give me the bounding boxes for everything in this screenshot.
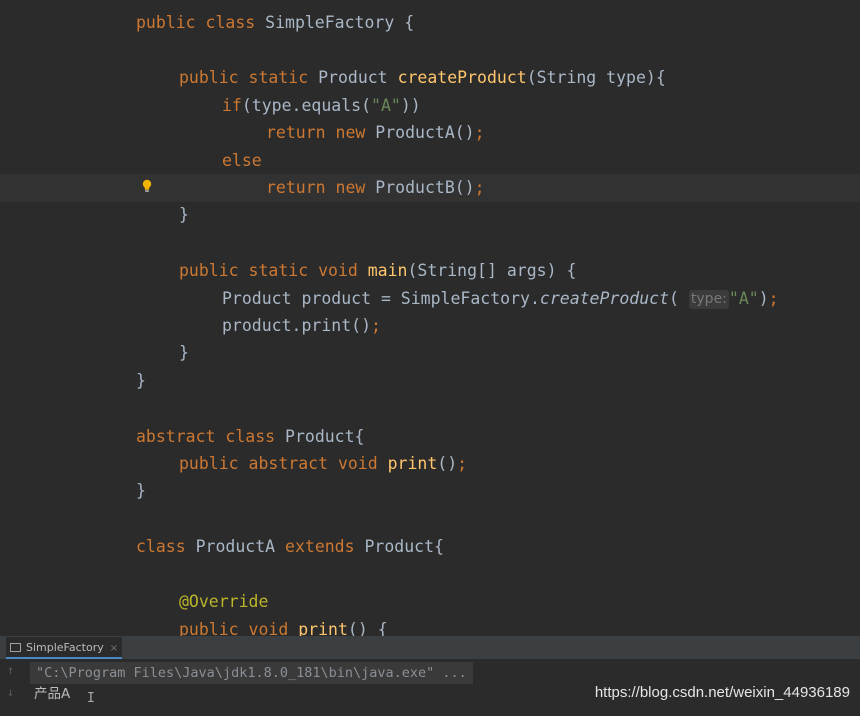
code-line: abstract class Product{ xyxy=(0,423,860,451)
code-text: (type.equals( xyxy=(241,96,372,115)
annotation: @Override xyxy=(179,592,269,611)
semicolon: ; xyxy=(457,454,468,473)
code-line: public static Product createProduct(Stri… xyxy=(0,64,860,92)
code-text: )) xyxy=(400,96,421,115)
code-line: else xyxy=(0,147,860,175)
class-name: Product{ xyxy=(285,427,365,446)
code-line: } xyxy=(0,367,860,395)
text-cursor-icon: I xyxy=(87,691,95,706)
keyword: abstract class xyxy=(136,427,286,446)
semicolon: ; xyxy=(371,316,381,335)
code-text: ProductB() xyxy=(375,178,475,197)
console-command-line: "C:\Program Files\Java\jdk1.8.0_181\bin\… xyxy=(30,662,473,684)
keyword: return new xyxy=(266,123,376,142)
close-icon[interactable]: × xyxy=(110,643,118,654)
type-name: Product xyxy=(318,68,398,87)
code-line: product.print(); xyxy=(0,312,860,340)
code-line: public static void main(String[] args) { xyxy=(0,257,860,285)
class-name: SimpleFactory { xyxy=(265,13,415,32)
string-literal: "A" xyxy=(371,96,401,115)
parameter-hint: type: xyxy=(688,290,729,309)
code-line: } xyxy=(0,201,860,229)
code-text: product.print() xyxy=(222,316,372,335)
method-args: () { xyxy=(347,620,388,636)
method-name: print xyxy=(387,454,438,473)
code-line: } xyxy=(0,477,860,505)
console-tab-bar: SimpleFactory × xyxy=(0,637,860,659)
closing-brace: } xyxy=(136,371,146,390)
keyword: public class xyxy=(136,13,266,32)
method-args: (String[] args) { xyxy=(407,261,577,280)
keyword: else xyxy=(222,151,262,170)
method-args: (String type){ xyxy=(526,68,666,87)
console-output-line: 产品A xyxy=(34,686,71,702)
method-name: print xyxy=(298,620,348,636)
semicolon: ; xyxy=(474,123,485,142)
watermark: https://blog.csdn.net/weixin_44936189 xyxy=(594,684,850,701)
console-icon xyxy=(10,643,21,652)
closing-brace: } xyxy=(179,205,189,224)
console-tab-label: SimpleFactory xyxy=(26,641,104,654)
code-line: public abstract void print(); xyxy=(0,450,860,478)
code-line: public class SimpleFactory { xyxy=(0,9,860,37)
method-args: () xyxy=(437,454,458,473)
semicolon: ; xyxy=(474,178,485,197)
console-gutter: ↑ ↓ xyxy=(0,659,22,716)
keyword: public static void xyxy=(179,261,368,280)
method-name: main xyxy=(367,261,408,280)
keyword: class xyxy=(136,537,196,556)
code-text: ) xyxy=(758,289,769,308)
class-name: Product{ xyxy=(364,537,444,556)
code-line: class ProductA extends Product{ xyxy=(0,533,860,561)
code-line: @Override xyxy=(0,588,860,616)
code-line: public void print() { xyxy=(0,616,860,636)
string-literal: "A" xyxy=(728,289,759,308)
static-call: createProduct xyxy=(539,289,670,308)
class-name: ProductA xyxy=(195,537,286,556)
lightbulb-icon[interactable] xyxy=(141,179,153,193)
code-text: Product product = SimpleFactory. xyxy=(222,289,540,308)
closing-brace: } xyxy=(179,343,189,362)
keyword: extends xyxy=(285,537,365,556)
semicolon: ; xyxy=(768,289,779,308)
code-editor[interactable]: public class SimpleFactory { public stat… xyxy=(0,0,860,636)
keyword: public static xyxy=(179,68,319,87)
current-code-line: return new ProductB(); xyxy=(0,174,860,202)
code-line: Product product = SimpleFactory.createPr… xyxy=(0,285,860,313)
code-line: } xyxy=(0,339,860,367)
keyword: return new xyxy=(266,178,376,197)
code-line: return new ProductA(); xyxy=(0,119,860,147)
run-console: SimpleFactory × ↑ ↓ "C:\Program Files\Jav… xyxy=(0,636,860,716)
keyword: if xyxy=(222,96,242,115)
console-tab[interactable]: SimpleFactory × xyxy=(6,637,123,659)
code-text: ( xyxy=(669,289,689,308)
keyword: public abstract void xyxy=(179,454,388,473)
closing-brace: } xyxy=(136,481,146,500)
keyword: public void xyxy=(179,620,299,636)
code-line: if(type.equals("A")) xyxy=(0,92,860,120)
method-name: createProduct xyxy=(397,68,527,87)
arrow-up-icon[interactable]: ↑ xyxy=(7,663,14,677)
code-text: ProductA() xyxy=(375,123,475,142)
arrow-down-icon[interactable]: ↓ xyxy=(7,685,14,699)
